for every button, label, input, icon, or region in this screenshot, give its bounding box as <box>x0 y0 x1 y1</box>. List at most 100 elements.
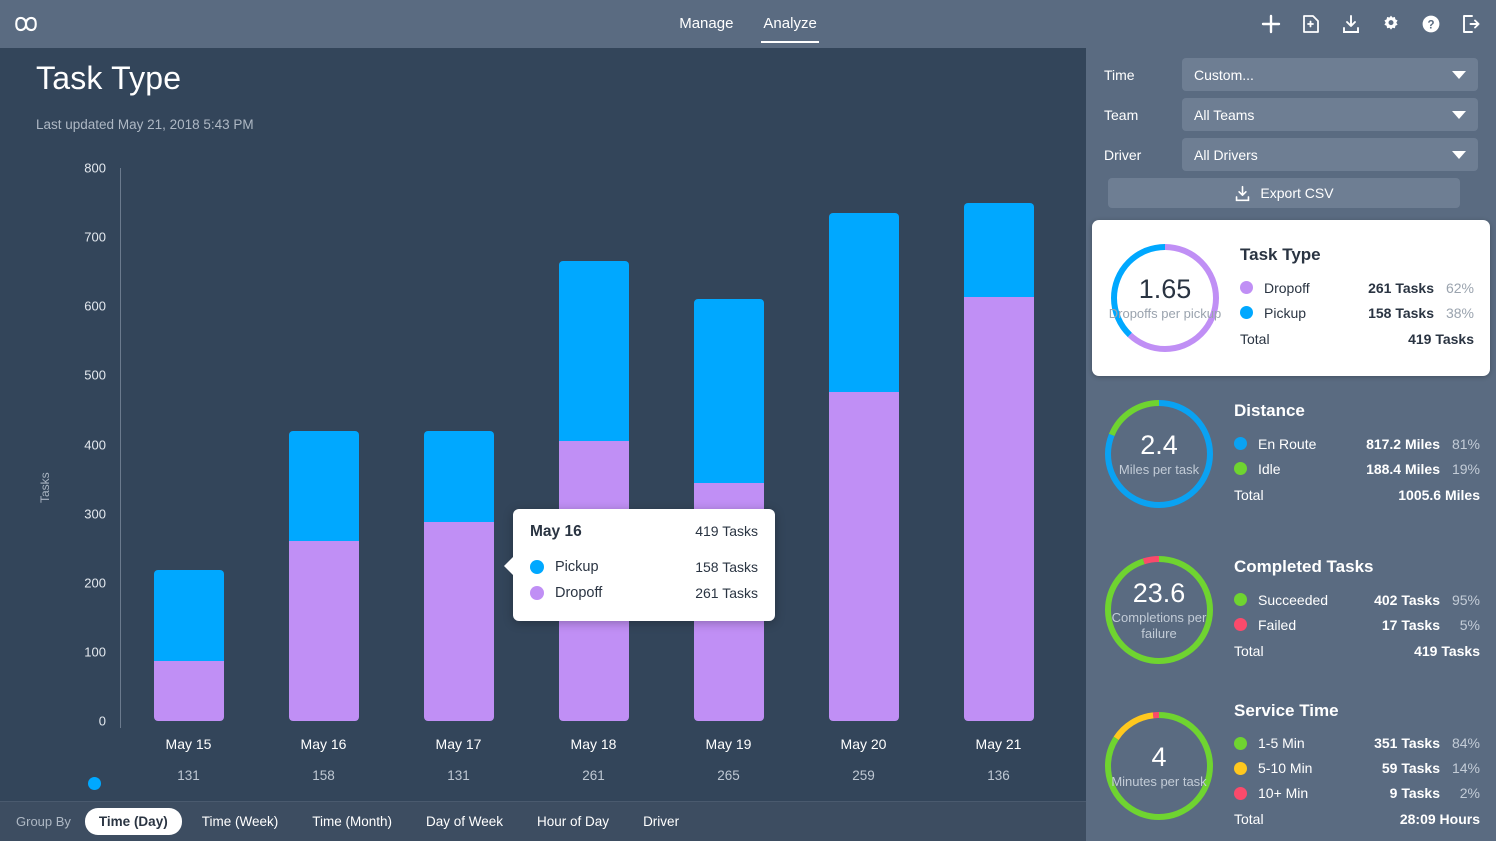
bar-segment-dropoff <box>963 297 1034 721</box>
chart-data-value: 259 <box>852 768 875 783</box>
metric-total-label: Total <box>1234 642 1264 659</box>
donut-caption: Completions per failure <box>1111 609 1207 641</box>
nav-tab-analyze[interactable]: Analyze <box>761 0 820 48</box>
bar-segment-dropoff <box>153 660 224 721</box>
driver-filter-select[interactable]: All Drivers <box>1182 138 1478 171</box>
filter-row-time: Time Custom... <box>1104 58 1478 91</box>
chart-data-value: 261 <box>582 768 605 783</box>
bar-segment-pickup <box>288 431 359 541</box>
x-axis-labels: May 15 May 16 May 17 May 18 May 19 May 20 May … <box>121 736 1066 762</box>
metric-card-title: Completed Tasks <box>1234 557 1374 576</box>
main-content: Task Type Last updated May 21, 2018 5:43… <box>0 48 1086 823</box>
metric-row-label: Dropoff <box>1264 279 1310 296</box>
help-icon[interactable]: ? <box>1420 13 1442 35</box>
metric-total-value: 28:09 Hours <box>1399 811 1480 827</box>
group-by-option[interactable]: Time (Month) <box>298 808 406 835</box>
y-axis-tick: 700 <box>84 229 106 245</box>
x-axis-label: May 16 <box>300 736 347 752</box>
group-by-bar: Group By Time (Day) Time (Week) Time (Mont… <box>0 801 1086 841</box>
chart-tooltip: May 16 419 Tasks Pickup 158 Tasks Dropof… <box>504 509 775 621</box>
tooltip-row-value: 261 Tasks <box>695 585 758 601</box>
pickup-color-dot <box>530 560 544 574</box>
metric-row-amount: 351 Tasks <box>1374 735 1440 751</box>
metric-total-value: 1005.6 Miles <box>1398 486 1480 503</box>
metric-total-value: 419 Tasks <box>1414 642 1480 659</box>
logout-icon[interactable] <box>1460 13 1482 35</box>
filter-row-team: Team All Teams <box>1104 98 1478 131</box>
time-filter-select[interactable]: Custom... <box>1182 58 1478 91</box>
metric-row: 5-10 Min 59 Tasks 14% <box>1234 756 1480 781</box>
group-by-option[interactable]: Time (Day) <box>84 808 182 835</box>
metric-row-percent: 95% <box>1451 591 1480 608</box>
stacked-bar-chart: Tasks 800 700 600 500 400 300 200 100 0 May 15 Ma… <box>0 148 1086 823</box>
metric-row: Failed 17 Tasks 5% <box>1234 612 1480 637</box>
chart-plot-area <box>121 168 1066 721</box>
chart-data-value: 158 <box>312 768 335 783</box>
group-by-option[interactable]: Hour of Day <box>523 808 623 835</box>
legend-dot-pickup <box>88 777 101 790</box>
download-icon[interactable] <box>1340 13 1362 35</box>
metric-row-percent: 5% <box>1459 616 1480 633</box>
chart-bar[interactable] <box>828 212 899 721</box>
chart-bar[interactable] <box>558 260 629 721</box>
metric-card-body: Completed Tasks Succeeded 402 Tasks 95% Fail… <box>1218 557 1486 663</box>
donut-value: 1.65 <box>1138 273 1192 304</box>
nav-tab-manage[interactable]: Manage <box>677 0 735 48</box>
bar-segment-pickup <box>153 570 224 661</box>
metric-card: 4 Minutes per task Service Time 1-5 Min 351 … <box>1086 688 1496 841</box>
bar-segment-dropoff <box>423 521 494 721</box>
x-axis-label: May 18 <box>570 736 617 752</box>
chart-bar[interactable] <box>423 431 494 721</box>
tooltip-row-label: Pickup <box>555 559 599 575</box>
team-filter-select[interactable]: All Teams <box>1182 98 1478 131</box>
metric-cards: 1.65 Dropoffs per pickup Task Type Dropoff 2… <box>1086 220 1496 841</box>
metric-card-body: Service Time 1-5 Min 351 Tasks 84% 5-10 Min 5… <box>1218 701 1486 832</box>
team-filter-value: All Teams <box>1194 106 1255 123</box>
bar-segment-dropoff <box>828 391 899 721</box>
topbar-action-icons: ? <box>1260 0 1482 48</box>
add-document-icon[interactable] <box>1300 13 1322 35</box>
group-by-option[interactable]: Time (Week) <box>188 808 293 835</box>
svg-text:?: ? <box>1427 20 1434 32</box>
metric-row-percent: 2% <box>1459 785 1480 801</box>
metric-card-title: Service Time <box>1234 700 1339 720</box>
y-axis-title: Tasks <box>38 472 52 503</box>
export-csv-button[interactable]: Export CSV <box>1108 178 1460 208</box>
plus-icon[interactable] <box>1260 13 1282 35</box>
group-by-option[interactable]: Driver <box>629 808 693 835</box>
chart-bar[interactable] <box>288 431 359 721</box>
gear-icon[interactable] <box>1380 13 1402 35</box>
chart-data-value: 136 <box>987 768 1010 783</box>
metric-row-percent: 62% <box>1445 279 1474 296</box>
tooltip-row-label: Dropoff <box>555 585 603 601</box>
metric-color-dot <box>1234 593 1247 606</box>
filter-label-driver: Driver <box>1104 146 1142 163</box>
metric-row: 1-5 Min 351 Tasks 84% <box>1234 731 1480 756</box>
analytics-dashboard: Manage Analyze ? Task Type Last updated … <box>0 0 1496 841</box>
metric-color-dot <box>1234 786 1247 800</box>
metric-row-amount: 261 Tasks <box>1368 279 1434 296</box>
y-axis-tick: 100 <box>84 644 106 660</box>
x-axis-label: May 21 <box>975 736 1022 752</box>
group-by-option[interactable]: Day of Week <box>412 808 517 835</box>
bar-segment-pickup <box>828 212 899 392</box>
donut-chart: 23.6 Completions per failure <box>1100 551 1218 669</box>
tooltip-row-pickup: Pickup 158 Tasks <box>530 559 758 575</box>
metric-row: 10+ Min 9 Tasks 2% <box>1234 781 1480 806</box>
donut-value: 23.6 <box>1132 577 1186 608</box>
metric-row-amount: 158 Tasks <box>1368 304 1434 321</box>
top-navigation-bar: Manage Analyze ? <box>0 0 1496 48</box>
metric-card-body: Task Type Dropoff 261 Tasks 62% Pickup 158 Ta… <box>1224 245 1480 351</box>
group-by-options: Time (Day) Time (Week) Time (Month) Day of … <box>84 808 693 835</box>
filter-row-driver: Driver All Drivers <box>1104 138 1478 171</box>
metric-row-label: 1-5 Min <box>1258 735 1305 751</box>
tooltip-row-value: 158 Tasks <box>695 559 758 575</box>
filter-label-team: Team <box>1104 106 1139 123</box>
chart-bar[interactable] <box>963 203 1034 721</box>
group-by-label: Group By <box>16 814 71 829</box>
y-axis-tick: 300 <box>84 506 106 522</box>
donut-value: 2.4 <box>1140 429 1178 460</box>
metric-row-amount: 402 Tasks <box>1374 591 1440 608</box>
chart-bar[interactable] <box>153 570 224 721</box>
metric-row: Succeeded 402 Tasks 95% <box>1234 587 1480 612</box>
